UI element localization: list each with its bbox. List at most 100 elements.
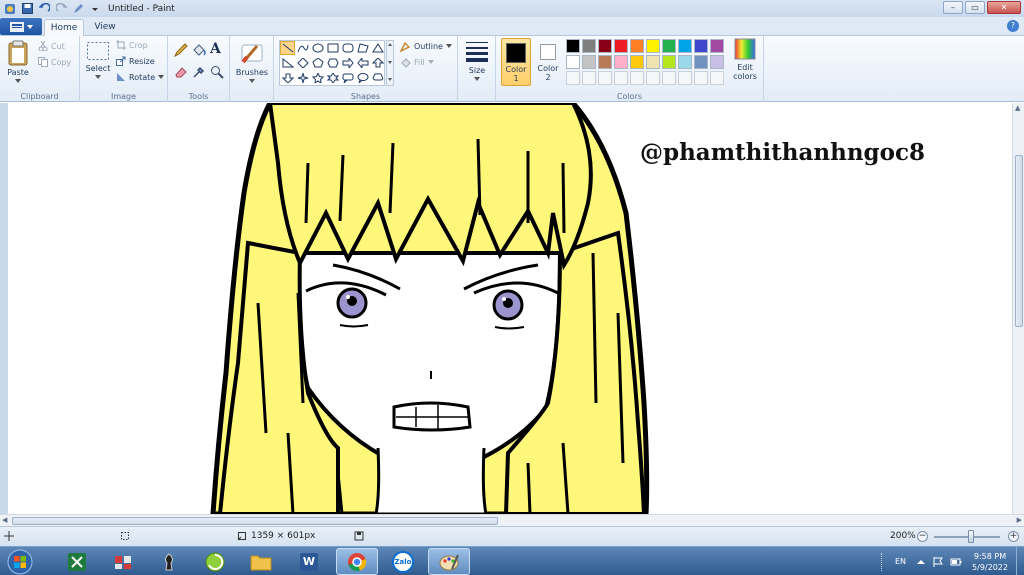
custom-color-slot[interactable]: [646, 71, 660, 85]
shape-up-arrow[interactable]: [370, 56, 385, 70]
color-picker-tool[interactable]: [192, 65, 206, 82]
zoom-in-button[interactable]: +: [1008, 531, 1019, 542]
copy-button[interactable]: Copy: [38, 57, 71, 67]
battery-icon[interactable]: [950, 556, 962, 568]
zoom-slider-track[interactable]: [934, 536, 1000, 538]
color2-button[interactable]: Color 2: [534, 38, 562, 86]
tab-view[interactable]: View: [88, 19, 122, 37]
show-desktop-button[interactable]: [1016, 547, 1024, 575]
color1-button[interactable]: Color 1: [501, 38, 531, 86]
taskbar-excel[interactable]: [56, 548, 98, 575]
color-swatch[interactable]: [630, 39, 644, 53]
taskbar-word[interactable]: W: [288, 548, 330, 575]
shape-down-arrow[interactable]: [280, 71, 295, 85]
pencil-tool[interactable]: [173, 43, 188, 60]
shape-oval[interactable]: [310, 41, 325, 55]
rotate-button[interactable]: Rotate: [116, 72, 165, 82]
start-button[interactable]: [3, 548, 37, 575]
color-swatch[interactable]: [678, 55, 692, 69]
color-swatch[interactable]: [646, 55, 660, 69]
scroll-up-icon[interactable]: ▲: [1015, 104, 1020, 112]
customize-quick-access-icon[interactable]: [88, 3, 102, 15]
color-swatch[interactable]: [694, 39, 708, 53]
save-icon[interactable]: [20, 3, 34, 15]
taskbar-folder[interactable]: [240, 548, 282, 575]
crop-button[interactable]: Crop: [116, 40, 148, 50]
custom-color-slot[interactable]: [630, 71, 644, 85]
minimize-button[interactable]: –: [943, 1, 963, 14]
shape-five-point-star[interactable]: [310, 71, 325, 85]
shape-right-arrow[interactable]: [340, 56, 355, 70]
vertical-scrollbar[interactable]: ▲: [1012, 103, 1024, 514]
color-swatch[interactable]: [566, 39, 580, 53]
fill-tool[interactable]: [192, 43, 206, 60]
vertical-scroll-thumb[interactable]: [1015, 155, 1023, 327]
color-swatch[interactable]: [598, 55, 612, 69]
horizontal-scrollbar[interactable]: ◀ ▶: [0, 514, 1024, 526]
color-swatch[interactable]: [646, 39, 660, 53]
custom-color-slot[interactable]: [710, 71, 724, 85]
color-swatch[interactable]: [710, 55, 724, 69]
shape-diamond[interactable]: [295, 56, 310, 70]
taskbar-zalo[interactable]: Zalo: [382, 548, 424, 575]
shape-rounded-rectangle[interactable]: [340, 41, 355, 55]
shape-polygon[interactable]: [355, 41, 370, 55]
cut-button[interactable]: Cut: [38, 41, 65, 51]
custom-color-slot[interactable]: [614, 71, 628, 85]
color-swatch[interactable]: [710, 39, 724, 53]
shape-left-arrow[interactable]: [355, 56, 370, 70]
help-icon[interactable]: ?: [1007, 20, 1019, 32]
scroll-left-icon[interactable]: ◀: [2, 516, 7, 524]
custom-color-slot[interactable]: [678, 71, 692, 85]
magnifier-tool[interactable]: [210, 65, 224, 82]
outline-button[interactable]: Outline: [400, 41, 452, 52]
paste-button[interactable]: Paste: [4, 40, 32, 86]
custom-color-slot[interactable]: [662, 71, 676, 85]
color-swatch[interactable]: [694, 55, 708, 69]
text-tool[interactable]: A: [210, 41, 221, 57]
custom-color-slot[interactable]: [566, 71, 580, 85]
zoom-out-button[interactable]: −: [917, 531, 928, 542]
color-swatch[interactable]: [630, 55, 644, 69]
shape-rectangle[interactable]: [325, 41, 340, 55]
paint-menu-button[interactable]: [0, 18, 42, 35]
shape-curve[interactable]: [295, 41, 310, 55]
shape-cloud-callout[interactable]: [370, 71, 385, 85]
horizontal-scroll-thumb[interactable]: [12, 517, 498, 525]
select-button[interactable]: Select: [84, 40, 112, 82]
zoom-slider-thumb[interactable]: [968, 530, 974, 543]
clock[interactable]: 9:58 PM 5/9/2022: [966, 551, 1014, 573]
redo-icon[interactable]: [54, 3, 68, 15]
brushes-button[interactable]: Brushes: [235, 40, 269, 86]
color-swatch[interactable]: [614, 39, 628, 53]
custom-color-slot[interactable]: [694, 71, 708, 85]
maximize-button[interactable]: ▭: [965, 1, 985, 14]
color-swatch[interactable]: [582, 39, 596, 53]
shape-rounded-callout[interactable]: [340, 71, 355, 85]
shape-line[interactable]: [280, 41, 295, 55]
taskbar-chess[interactable]: [148, 548, 190, 575]
shape-six-point-star[interactable]: [325, 71, 340, 85]
undo-icon[interactable]: [37, 3, 51, 15]
shape-triangle[interactable]: [370, 41, 385, 55]
taskbar-app[interactable]: [102, 548, 144, 575]
shape-right-triangle[interactable]: [280, 56, 295, 70]
drawing-canvas[interactable]: @phamthithanhngoc8: [8, 103, 1012, 514]
size-button[interactable]: Size: [462, 40, 492, 84]
resize-button[interactable]: Resize: [116, 56, 155, 66]
eraser-tool[interactable]: [174, 65, 188, 82]
shape-pentagon[interactable]: [310, 56, 325, 70]
shapes-scroll[interactable]: [386, 40, 394, 86]
taskbar-chrome[interactable]: [336, 548, 378, 575]
taskbar-green-app[interactable]: [194, 548, 236, 575]
edit-colors-button[interactable]: Edit colors: [730, 38, 760, 86]
color-swatch[interactable]: [678, 39, 692, 53]
paint-app-icon[interactable]: [3, 3, 17, 15]
color-swatch[interactable]: [662, 55, 676, 69]
fill-button[interactable]: Fill: [400, 57, 434, 68]
shapes-gallery[interactable]: [279, 40, 385, 86]
close-button[interactable]: ✕: [987, 1, 1021, 14]
show-hidden-icons-icon[interactable]: [916, 557, 926, 567]
tab-home[interactable]: Home: [44, 19, 84, 37]
taskbar-paint[interactable]: [428, 548, 470, 575]
